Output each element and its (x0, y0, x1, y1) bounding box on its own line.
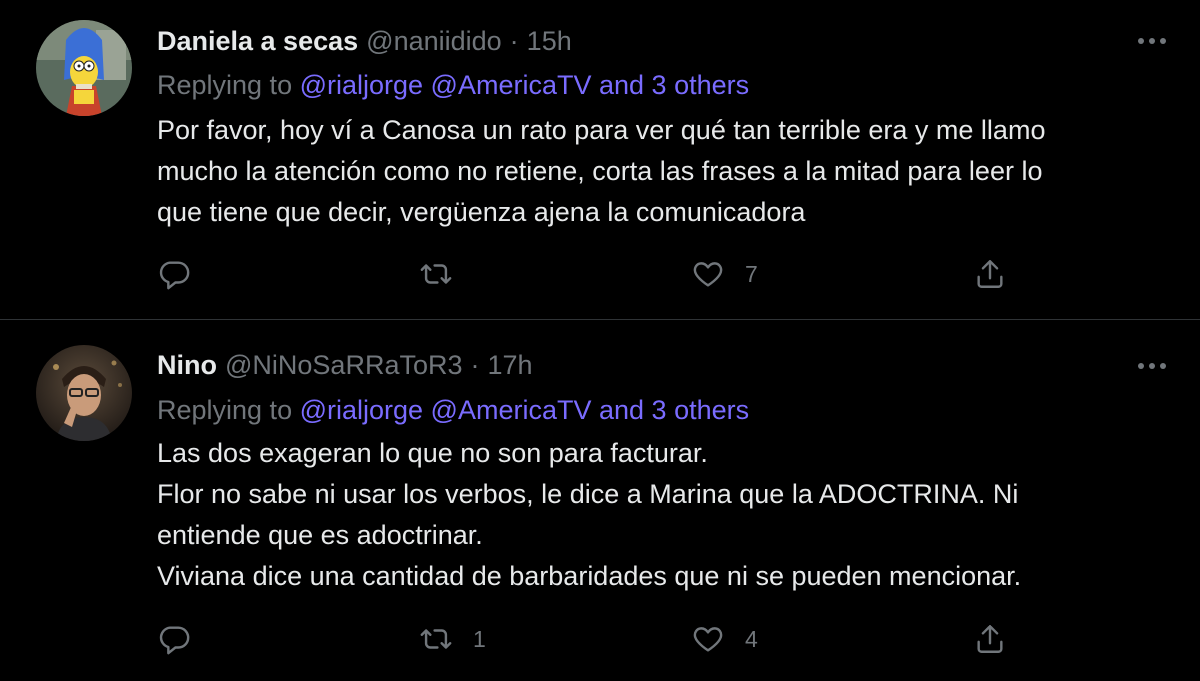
tweet-text-line: que tiene que decir, vergüenza ajena la … (157, 197, 806, 227)
avatar[interactable] (36, 20, 132, 116)
retweet-count: 1 (473, 625, 486, 652)
tweet-actions: 7 (157, 254, 1037, 294)
replying-to: Replying to @rialjorge @AmericaTV and 3 … (157, 392, 749, 428)
cartoon-avatar-icon (36, 20, 132, 116)
more-button[interactable] (1132, 26, 1172, 56)
display-name[interactable]: Nino (157, 350, 217, 381)
tweet-text: Las dos exageran lo que no son para fact… (157, 433, 1167, 597)
timeline: Daniela a secas @naniidido · 15h Replyin… (0, 0, 1200, 681)
reply-icon (159, 626, 190, 655)
share-button[interactable] (973, 619, 1007, 659)
timestamp[interactable]: 17h (488, 350, 533, 381)
tweet-text-line: Viviana dice una cantidad de barbaridade… (157, 561, 1022, 591)
tweet[interactable]: Nino @NiNoSaRRaToR3 · 17h Replying to @r… (0, 321, 1200, 681)
share-button[interactable] (973, 254, 1007, 294)
tweet[interactable]: Daniela a secas @naniidido · 15h Replyin… (0, 0, 1200, 320)
replying-to: Replying to @rialjorge @AmericaTV and 3 … (157, 67, 749, 103)
tweet-text-line: Flor no sabe ni usar los verbos, le dice… (157, 479, 1019, 509)
heart-icon (693, 262, 723, 287)
photo-avatar-icon (36, 345, 132, 441)
reply-icon (159, 261, 190, 290)
separator: · (509, 25, 519, 56)
more-horizontal-icon (1138, 38, 1166, 44)
tweet-text: Por favor, hoy ví a Canosa un rato para … (157, 110, 1167, 233)
retweet-icon (420, 629, 452, 649)
retweet-button[interactable] (419, 254, 473, 294)
like-count: 4 (745, 625, 758, 652)
handle[interactable]: @NiNoSaRRaToR3 (225, 350, 463, 381)
reply-button[interactable] (157, 619, 211, 659)
separator: · (470, 349, 480, 380)
tweet-text-line: entiende que es adoctrinar. (157, 520, 483, 550)
share-icon (977, 625, 1003, 653)
replying-prefix: Replying to (157, 395, 293, 425)
like-button[interactable]: 7 (691, 254, 758, 294)
tweet-text-line: Las dos exageran lo que no son para fact… (157, 438, 708, 468)
retweet-button[interactable]: 1 (419, 619, 486, 659)
reply-button[interactable] (157, 254, 211, 294)
replying-prefix: Replying to (157, 70, 293, 100)
like-button[interactable]: 4 (691, 619, 758, 659)
retweet-icon (420, 264, 452, 284)
tweet-header: Daniela a secas @naniidido · 15h (157, 21, 572, 61)
display-name[interactable]: Daniela a secas (157, 26, 358, 57)
tweet-actions: 1 4 (157, 619, 1037, 659)
tweet-header: Nino @NiNoSaRRaToR3 · 17h (157, 345, 533, 385)
more-horizontal-icon (1138, 363, 1166, 369)
replying-mentions[interactable]: @rialjorge @AmericaTV and 3 others (300, 70, 750, 100)
handle[interactable]: @naniidido (366, 26, 502, 57)
replying-mentions[interactable]: @rialjorge @AmericaTV and 3 others (300, 395, 750, 425)
tweet-text-line: Por favor, hoy ví a Canosa un rato para … (157, 115, 1046, 145)
heart-icon (693, 627, 723, 652)
timestamp[interactable]: 15h (527, 26, 572, 57)
like-count: 7 (745, 260, 758, 287)
avatar[interactable] (36, 345, 132, 441)
share-icon (977, 260, 1003, 288)
more-button[interactable] (1132, 351, 1172, 381)
tweet-text-line: mucho la atención como no retiene, corta… (157, 156, 1043, 186)
